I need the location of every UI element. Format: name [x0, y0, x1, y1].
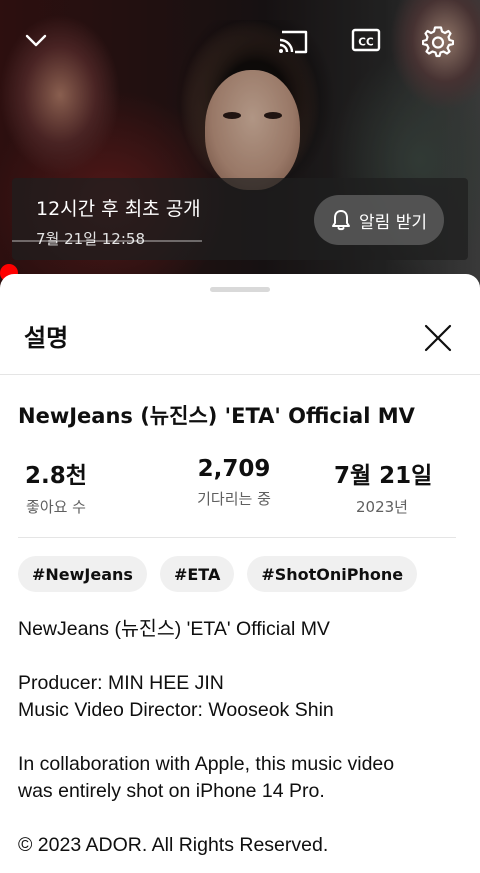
likes-stat: 2.8천 좋아요 수 [18, 456, 94, 517]
description-text: NewJeans (뉴진스) 'ETA' Official MV Produce… [18, 616, 468, 859]
video-stats: 2.8천 좋아요 수 2,709 기다리는 중 7월 21일 2023년 [18, 456, 458, 516]
svg-text:CC: CC [358, 37, 374, 49]
panel-title: 설명 [24, 324, 69, 352]
close-icon [424, 324, 452, 352]
close-button[interactable] [420, 320, 456, 356]
likes-count: 2.8천 [25, 463, 87, 489]
collapse-button[interactable] [22, 26, 50, 54]
waiting-label: 기다리는 중 [197, 490, 271, 508]
publish-day: 7월 21일 [334, 463, 433, 489]
cast-icon [279, 30, 308, 54]
captions-button[interactable]: CC [351, 26, 381, 54]
hashtag-list: #NewJeans #ETA #ShotOniPhone [18, 556, 418, 592]
cast-button[interactable] [278, 26, 310, 56]
waiting-count: 2,709 [197, 456, 271, 482]
hashtag-chip[interactable]: #ETA [159, 556, 235, 592]
description-paragraph: In collaboration with Apple, this music … [18, 753, 395, 802]
video-player[interactable]: CC 12시간 후 최초 공개 7월 21일 12:58 알림 받기 [0, 0, 480, 290]
header-divider [0, 374, 480, 375]
likes-label: 좋아요 수 [26, 498, 86, 516]
date-stat: 7월 21일 2023년 [334, 456, 433, 517]
premiere-countdown: 12시간 후 최초 공개 [36, 198, 201, 220]
hashtag-chip[interactable]: #ShotOniPhone [247, 556, 418, 592]
description-panel: 설명 NewJeans (뉴진스) 'ETA' Official MV 2.8천… [0, 274, 480, 873]
gear-icon [422, 26, 454, 58]
premiere-date: 7월 21일 12:58 [36, 230, 145, 248]
video-title: NewJeans (뉴진스) 'ETA' Official MV [18, 404, 415, 428]
publish-year: 2023년 [356, 498, 408, 516]
closed-captions-icon: CC [351, 28, 381, 52]
notify-me-label: 알림 받기 [359, 212, 427, 233]
hashtag-chip[interactable]: #NewJeans [18, 556, 147, 592]
premiere-banner: 12시간 후 최초 공개 7월 21일 12:58 알림 받기 [12, 178, 468, 260]
settings-button[interactable] [422, 26, 454, 58]
description-paragraph: Producer: MIN HEE JIN Music Video Direct… [18, 672, 334, 721]
description-paragraph: © 2023 ADOR. All Rights Reserved. [18, 834, 329, 856]
chevron-down-icon [25, 34, 47, 47]
description-paragraph: NewJeans (뉴진스) 'ETA' Official MV [18, 618, 330, 640]
bell-icon [332, 210, 351, 231]
waiting-stat: 2,709 기다리는 중 [178, 456, 290, 509]
notify-me-button[interactable]: 알림 받기 [314, 195, 444, 245]
drag-handle[interactable] [210, 287, 270, 292]
stats-divider [18, 537, 456, 538]
premiere-progress-track [12, 240, 202, 242]
